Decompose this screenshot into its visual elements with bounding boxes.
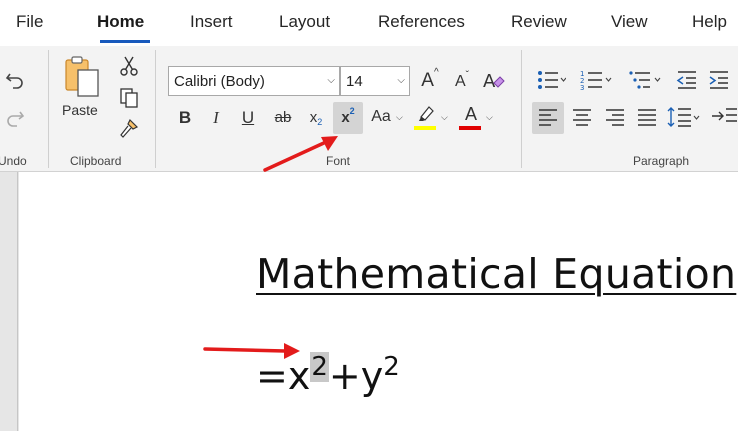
superscript-button[interactable]: x2: [335, 104, 361, 130]
chevron-down-icon[interactable]: ⌵: [396, 112, 403, 123]
group-separator: [48, 50, 49, 168]
change-case-button[interactable]: Aa: [368, 104, 394, 130]
redo-icon[interactable]: [2, 104, 28, 130]
tab-insert[interactable]: Insert: [190, 12, 233, 32]
equation-prefix: =x: [256, 354, 311, 398]
chevron-down-icon[interactable]: ⌵: [486, 112, 493, 123]
equation-middle: +y: [328, 354, 384, 398]
align-right-icon[interactable]: [603, 106, 627, 130]
subscript-mark: 2: [317, 116, 323, 127]
decrease-indent-icon[interactable]: [674, 68, 700, 92]
equation-exponent-selected[interactable]: 2: [310, 352, 329, 382]
format-painter-icon[interactable]: [117, 116, 141, 140]
font-name-dropdown[interactable]: Calibri (Body) ⌵: [168, 66, 340, 96]
font-size-dropdown[interactable]: 14 ⌵: [340, 66, 410, 96]
tab-layout[interactable]: Layout: [279, 12, 330, 32]
svg-text:A: A: [483, 71, 496, 92]
paste-button[interactable]: Paste: [62, 102, 98, 118]
tab-home[interactable]: Home: [97, 12, 144, 32]
undo-group-label: Undo: [0, 154, 27, 168]
shading-icon[interactable]: [708, 104, 738, 130]
group-separator: [521, 50, 522, 168]
grow-font-icon[interactable]: A ^: [418, 68, 442, 92]
font-color-swatch: [459, 126, 481, 130]
shrink-font-icon[interactable]: Aˇ: [450, 70, 474, 94]
subscript-x: x: [309, 108, 318, 126]
bullets-icon[interactable]: [535, 68, 567, 92]
paste-icon[interactable]: [62, 54, 102, 98]
bold-button[interactable]: B: [173, 104, 197, 130]
cut-icon[interactable]: [117, 54, 141, 78]
paragraph-group-label: Paragraph: [633, 154, 690, 168]
group-separator: [155, 50, 156, 168]
undo-icon[interactable]: [2, 66, 28, 92]
active-tab-indicator: [100, 40, 150, 43]
copy-icon[interactable]: [117, 86, 141, 110]
equation-exponent: 2: [383, 352, 400, 382]
align-left-icon[interactable]: [536, 106, 560, 130]
underline-button[interactable]: U: [236, 104, 260, 130]
multilevel-list-icon[interactable]: [627, 68, 663, 92]
chevron-down-icon[interactable]: ⌵: [441, 112, 448, 123]
superscript-mark: 2: [349, 105, 355, 116]
justify-icon[interactable]: [635, 106, 659, 130]
ribbon: Undo Paste Clipboard Calibri (Body) ⌵ 14…: [0, 46, 738, 172]
increase-indent-icon[interactable]: [706, 68, 732, 92]
clear-formatting-icon[interactable]: A: [480, 68, 506, 94]
align-center-icon[interactable]: [570, 106, 594, 130]
chevron-down-icon: ⌵: [397, 75, 405, 86]
strikethrough-button[interactable]: ab: [270, 104, 296, 130]
menu-bar: File Home Insert Layout References Revie…: [0, 0, 738, 46]
tab-help[interactable]: Help: [692, 12, 727, 32]
clipboard-group-label: Clipboard: [70, 154, 122, 168]
font-color-button[interactable]: A: [459, 102, 483, 126]
highlight-color-swatch: [414, 126, 436, 130]
font-group-label: Font: [326, 154, 351, 168]
line-spacing-icon[interactable]: [666, 104, 702, 130]
chevron-down-icon: ⌵: [327, 75, 335, 86]
superscript-x: x: [341, 108, 350, 126]
font-name-value: Calibri (Body): [174, 72, 265, 90]
tab-file[interactable]: File: [16, 12, 43, 32]
document-margin: [0, 172, 18, 431]
subscript-button[interactable]: x2: [303, 104, 329, 130]
svg-text:3: 3: [580, 84, 584, 91]
document-equation[interactable]: =x2+y2: [256, 352, 400, 398]
italic-button[interactable]: I: [205, 104, 227, 130]
document-heading[interactable]: Mathematical Equation: [256, 250, 736, 298]
font-size-value: 14: [346, 72, 363, 90]
tab-view[interactable]: View: [611, 12, 648, 32]
numbering-icon[interactable]: 123: [579, 68, 613, 92]
tab-review[interactable]: Review: [511, 12, 567, 32]
tab-references[interactable]: References: [378, 12, 465, 32]
